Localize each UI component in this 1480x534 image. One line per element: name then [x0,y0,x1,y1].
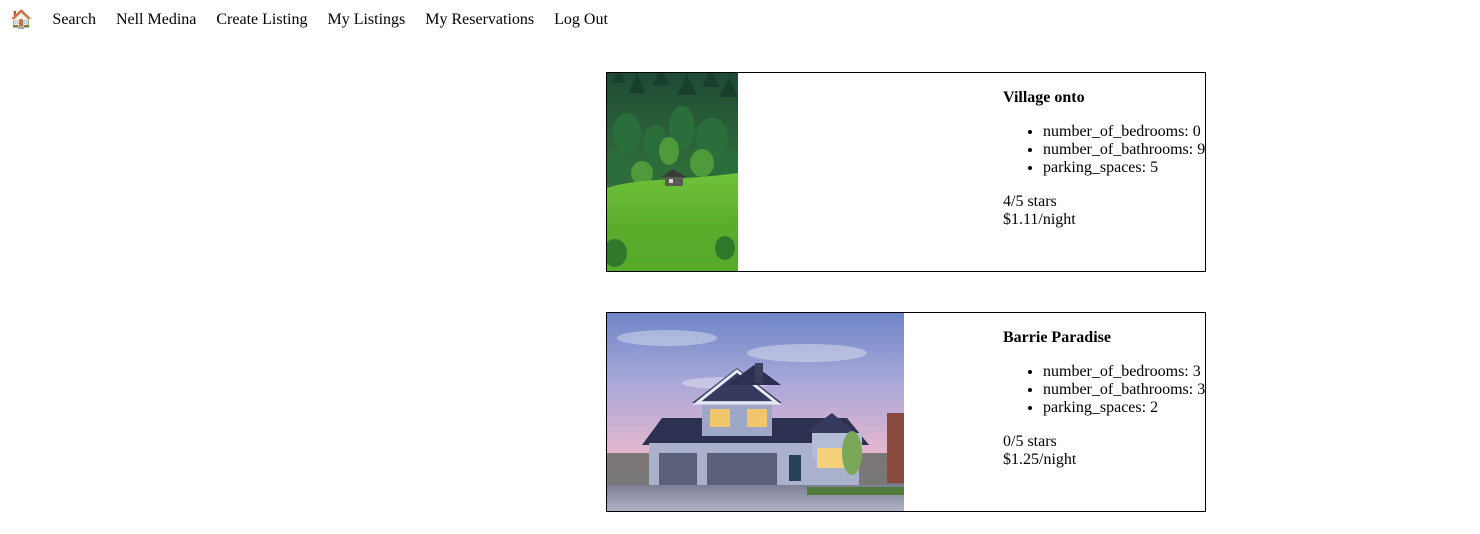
listing-features: number_of_bedrooms: 0 number_of_bathroom… [1003,123,1205,177]
nav-my-reservations-link[interactable]: My Reservations [425,11,534,29]
nav-my-listings-link[interactable]: My Listings [327,11,405,29]
listing-rating: 0/5 stars [1003,433,1057,450]
listing-card[interactable]: Village onto number_of_bedrooms: 0 numbe… [606,72,1206,272]
nav-search-link[interactable]: Search [52,11,96,29]
nav-create-listing-link[interactable]: Create Listing [216,11,307,29]
listing-image [607,73,738,271]
feature-bathrooms: number_of_bathrooms: 9 [1043,141,1205,159]
suburban-house-dusk-photo [607,313,904,511]
feature-bedrooms: number_of_bedrooms: 3 [1043,363,1205,381]
feature-bathrooms: number_of_bathrooms: 3 [1043,381,1205,399]
nav-logout-link[interactable]: Log Out [554,11,608,29]
feature-parking: parking_spaces: 2 [1043,399,1205,417]
home-icon[interactable]: 🏠 [10,9,32,31]
listing-image [607,313,904,511]
top-nav: 🏠 Search Nell Medina Create Listing My L… [10,8,628,32]
listing-info: Village onto number_of_bedrooms: 0 numbe… [1003,89,1205,229]
forest-hillside-cabin-photo [607,73,738,271]
listing-card[interactable]: Barrie Paradise number_of_bedrooms: 3 nu… [606,312,1206,512]
listing-price: $1.25/night [1003,451,1077,468]
nav-profile-link[interactable]: Nell Medina [116,11,196,29]
listing-rating: 4/5 stars [1003,193,1057,210]
listing-info: Barrie Paradise number_of_bedrooms: 3 nu… [1003,329,1205,469]
listing-price: $1.11/night [1003,211,1076,228]
feature-parking: parking_spaces: 5 [1043,159,1205,177]
feature-bedrooms: number_of_bedrooms: 0 [1043,123,1205,141]
listing-title[interactable]: Village onto [1003,89,1205,107]
listing-features: number_of_bedrooms: 3 number_of_bathroom… [1003,363,1205,417]
listing-title[interactable]: Barrie Paradise [1003,329,1205,347]
